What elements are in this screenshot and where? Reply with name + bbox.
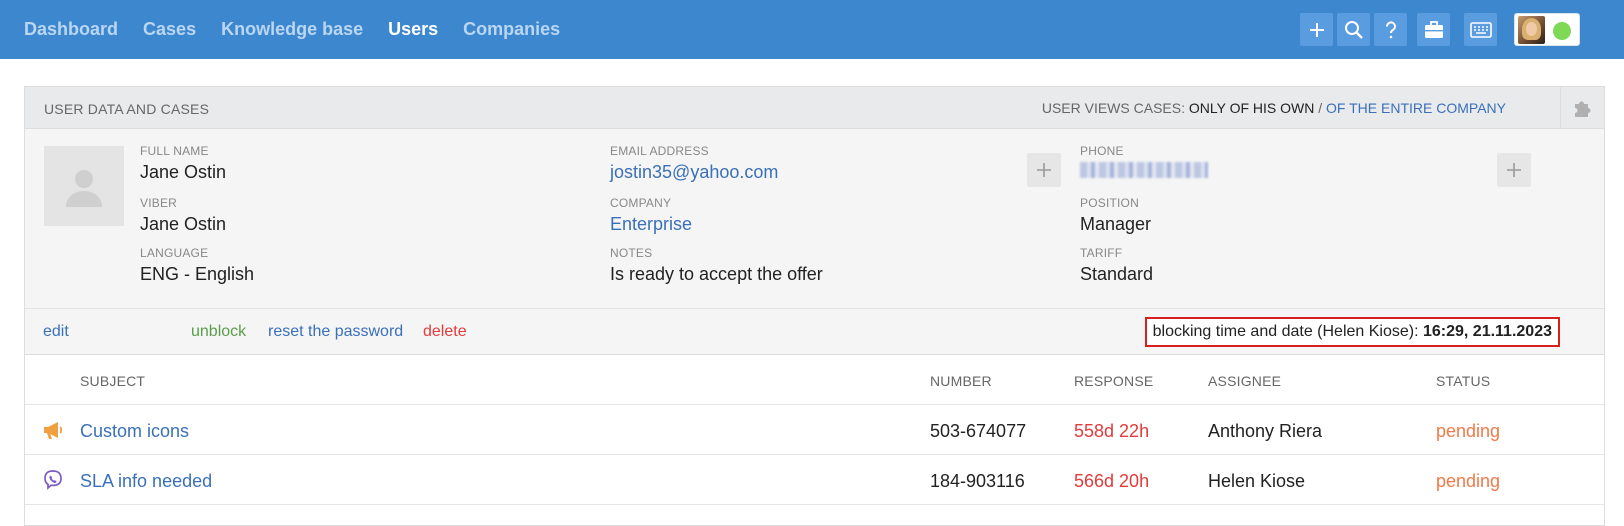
briefcase-icon bbox=[1424, 20, 1443, 38]
panel-title: USER DATA AND CASES bbox=[44, 101, 210, 117]
views-label: USER VIEWS CASES: bbox=[1041, 100, 1189, 116]
case-status: pending bbox=[1436, 471, 1501, 491]
blocking-info: blocking time and date (Helen Kiose): 16… bbox=[1144, 317, 1560, 347]
notes-field: NOTES Is ready to accept the offer bbox=[610, 246, 823, 285]
company-label: COMPANY bbox=[610, 196, 672, 210]
tariff-label: TARIFF bbox=[1080, 246, 1123, 260]
viber-field: VIBER Jane Ostin bbox=[140, 196, 226, 235]
position-value: Manager bbox=[1080, 214, 1152, 234]
blocking-info-label: blocking time and date (Helen Kiose): bbox=[1152, 323, 1423, 340]
email-field: EMAIL ADDRESS jostin35@yahoo.com bbox=[610, 144, 778, 183]
col-response[interactable]: RESPONSE bbox=[1074, 373, 1153, 389]
company-link[interactable]: Enterprise bbox=[610, 214, 692, 235]
case-status: pending bbox=[1436, 421, 1501, 441]
viber-label: VIBER bbox=[140, 196, 178, 210]
main-nav: Dashboard Cases Knowledge base Users Com… bbox=[24, 0, 585, 59]
keyboard-button[interactable] bbox=[1464, 13, 1497, 46]
full-name-field: FULL NAME Jane Ostin bbox=[140, 144, 226, 183]
company-field: COMPANY Enterprise bbox=[610, 196, 692, 235]
position-label: POSITION bbox=[1080, 196, 1139, 210]
full-name-value: Jane Ostin bbox=[140, 162, 227, 182]
puzzle-icon bbox=[1574, 101, 1590, 117]
nav-cases[interactable]: Cases bbox=[143, 19, 196, 40]
language-label: LANGUAGE bbox=[140, 246, 209, 260]
col-assignee[interactable]: ASSIGNEE bbox=[1208, 373, 1281, 389]
nav-companies[interactable]: Companies bbox=[463, 19, 560, 40]
nav-dashboard[interactable]: Dashboard bbox=[24, 19, 118, 40]
case-response-time: 566d 20h bbox=[1074, 471, 1150, 491]
phone-value-redacted bbox=[1080, 162, 1208, 178]
help-button[interactable] bbox=[1374, 13, 1407, 46]
unblock-link[interactable]: unblock bbox=[191, 323, 246, 341]
table-row[interactable]: Custom icons 503-674077 558d 22h Anthony… bbox=[25, 405, 1604, 455]
user-photo-placeholder bbox=[44, 146, 124, 226]
nav-users[interactable]: Users bbox=[388, 19, 438, 40]
panel-header: USER DATA AND CASES USER VIEWS CASES: ON… bbox=[25, 87, 1604, 129]
case-number: 503-674077 bbox=[930, 421, 1027, 441]
plus-icon bbox=[1507, 163, 1521, 177]
tariff-field: TARIFF Standard bbox=[1080, 246, 1153, 285]
add-phone-button[interactable] bbox=[1497, 153, 1531, 187]
col-status[interactable]: STATUS bbox=[1436, 373, 1490, 389]
table-row[interactable]: SLA info needed 184-903116 566d 20h Hele… bbox=[25, 455, 1604, 505]
plus-icon bbox=[1037, 163, 1051, 177]
col-subject[interactable]: SUBJECT bbox=[80, 373, 145, 389]
online-status-indicator bbox=[1553, 22, 1571, 40]
help-icon bbox=[1385, 20, 1396, 38]
user-actions: edit unblock reset the password delete b… bbox=[25, 309, 1604, 355]
user-panel: USER DATA AND CASES USER VIEWS CASES: ON… bbox=[24, 86, 1605, 526]
views-separator: / bbox=[1314, 100, 1327, 116]
views-company-option[interactable]: OF THE ENTIRE COMPANY bbox=[1326, 100, 1506, 116]
language-field: LANGUAGE ENG - English bbox=[140, 246, 254, 285]
phone-label: PHONE bbox=[1080, 144, 1124, 158]
plus-icon bbox=[1309, 22, 1324, 37]
cases-table-header: SUBJECT NUMBER RESPONSE ASSIGNEE STATUS bbox=[25, 355, 1604, 405]
email-label: EMAIL ADDRESS bbox=[610, 144, 709, 158]
add-button[interactable] bbox=[1300, 13, 1333, 46]
case-assignee: Anthony Riera bbox=[1208, 421, 1323, 441]
reset-password-link[interactable]: reset the password bbox=[268, 323, 403, 341]
email-link[interactable]: jostin35@yahoo.com bbox=[610, 162, 778, 183]
col-number[interactable]: NUMBER bbox=[930, 373, 992, 389]
views-own-option[interactable]: ONLY OF HIS OWN bbox=[1189, 100, 1315, 116]
language-value: ENG - English bbox=[140, 264, 255, 284]
search-icon bbox=[1344, 20, 1363, 39]
full-name-label: FULL NAME bbox=[140, 144, 209, 158]
search-button[interactable] bbox=[1337, 13, 1370, 46]
position-field: POSITION Manager bbox=[1080, 196, 1151, 235]
blocking-info-datetime: 16:29, 21.11.2023 bbox=[1422, 323, 1552, 340]
tariff-value: Standard bbox=[1080, 264, 1154, 284]
edit-link[interactable]: edit bbox=[43, 323, 69, 341]
viber-value: Jane Ostin bbox=[140, 214, 227, 234]
case-response-time: 558d 22h bbox=[1074, 421, 1150, 441]
person-icon bbox=[66, 170, 102, 207]
notes-value: Is ready to accept the offer bbox=[610, 264, 823, 284]
plugins-button[interactable] bbox=[1560, 87, 1604, 129]
keyboard-icon bbox=[1469, 21, 1492, 38]
top-navbar: Dashboard Cases Knowledge base Users Com… bbox=[0, 0, 1624, 59]
phone-field: PHONE bbox=[1080, 144, 1208, 183]
avatar bbox=[1518, 16, 1545, 44]
delete-link[interactable]: delete bbox=[423, 323, 467, 341]
case-subject-link[interactable]: Custom icons bbox=[80, 421, 189, 442]
user-menu[interactable] bbox=[1514, 13, 1580, 46]
case-visibility-setting: USER VIEWS CASES: ONLY OF HIS OWN / OF T… bbox=[1042, 100, 1506, 116]
case-subject-link[interactable]: SLA info needed bbox=[80, 471, 212, 492]
add-email-button[interactable] bbox=[1027, 153, 1061, 187]
notes-label: NOTES bbox=[610, 246, 653, 260]
case-number: 184-903116 bbox=[930, 471, 1025, 491]
viber-icon bbox=[42, 469, 64, 491]
nav-knowledge-base[interactable]: Knowledge base bbox=[221, 19, 363, 40]
user-info: FULL NAME Jane Ostin VIBER Jane Ostin LA… bbox=[25, 129, 1604, 309]
case-assignee: Helen Kiose bbox=[1208, 471, 1306, 491]
briefcase-button[interactable] bbox=[1417, 13, 1450, 46]
megaphone-icon bbox=[42, 419, 64, 441]
